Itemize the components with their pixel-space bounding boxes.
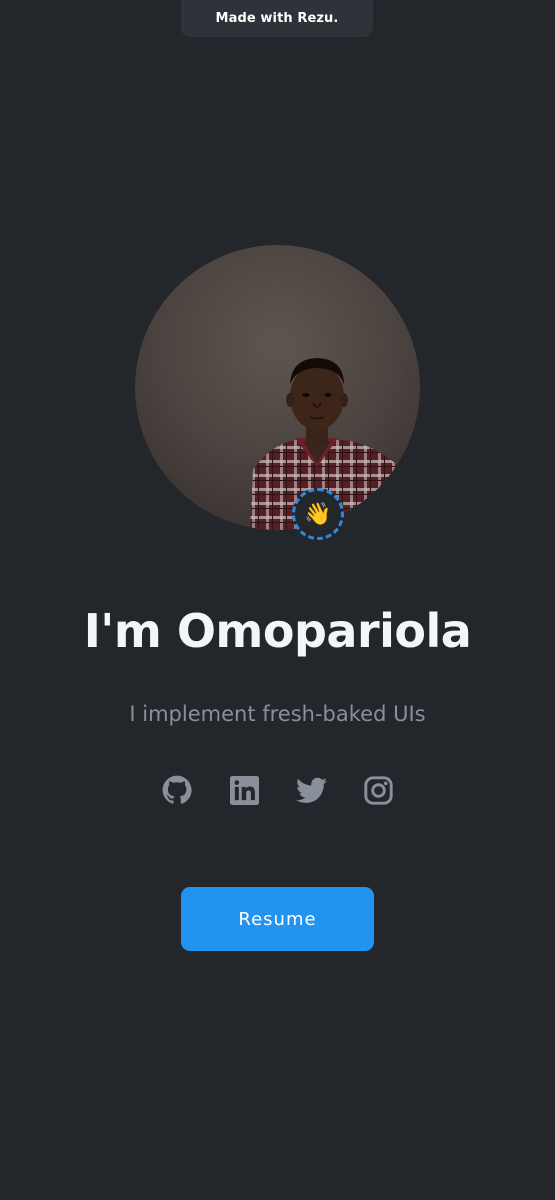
avatar <box>135 245 420 530</box>
avatar-container: 👋 <box>135 245 420 540</box>
page-title: I'm Omopariola <box>83 604 472 658</box>
waving-hand-icon: 👋 <box>292 488 344 540</box>
social-links <box>159 772 396 808</box>
linkedin-icon <box>229 775 259 805</box>
twitter-link[interactable] <box>293 772 329 808</box>
linkedin-link[interactable] <box>226 772 262 808</box>
github-icon <box>162 775 192 804</box>
instagram-icon <box>363 775 393 805</box>
tagline: I implement fresh-baked UIs <box>129 702 426 726</box>
github-link[interactable] <box>159 772 195 808</box>
twitter-icon <box>295 777 327 803</box>
resume-button[interactable]: Resume <box>181 887 374 951</box>
instagram-link[interactable] <box>360 772 396 808</box>
made-with-rezu-badge[interactable]: Made with Rezu. <box>181 0 373 37</box>
